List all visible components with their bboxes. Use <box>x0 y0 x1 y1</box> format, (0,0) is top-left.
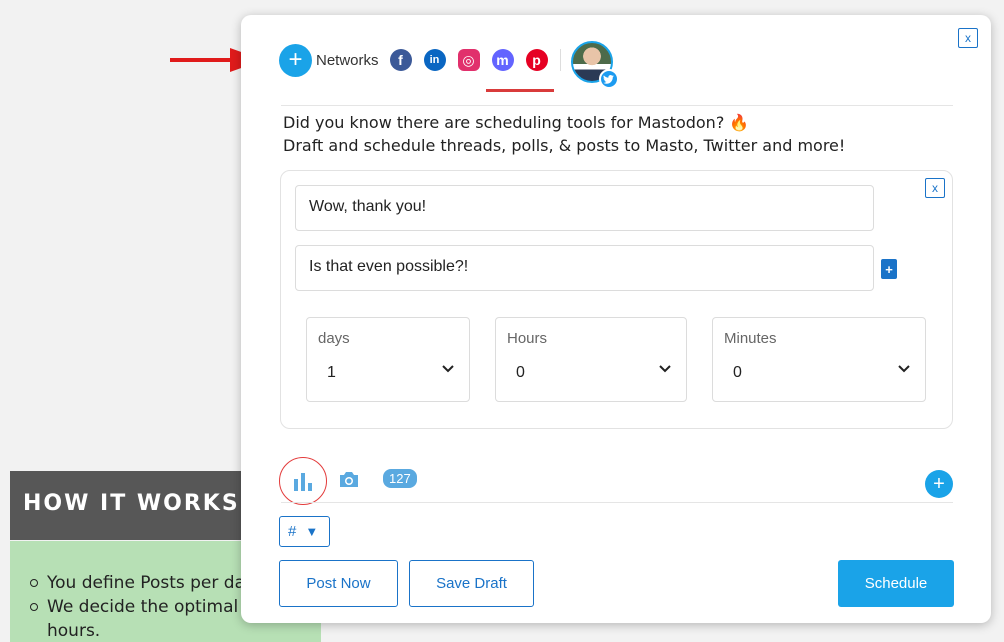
divider <box>281 502 953 503</box>
facebook-icon[interactable]: f <box>389 49 412 71</box>
networks-row: + Networks f in ◎ m p <box>279 41 619 89</box>
mastodon-icon[interactable]: m <box>491 49 514 71</box>
poll-days-label: days <box>318 330 350 347</box>
poll-hours-label: Hours <box>507 330 548 347</box>
bar-chart-icon <box>294 473 312 491</box>
character-count-badge: 127 <box>383 469 417 488</box>
chevron-down-icon <box>442 365 454 373</box>
linkedin-icon[interactable]: in <box>423 49 446 71</box>
poll-hours-select[interactable]: Hours 0 <box>495 317 687 402</box>
poll-option-1-input[interactable]: Wow, thank you! <box>295 185 874 231</box>
chevron-down-icon <box>898 365 910 373</box>
pinterest-icon[interactable]: p <box>525 49 548 71</box>
instagram-icon[interactable]: ◎ <box>457 49 480 71</box>
poll-button[interactable] <box>279 457 327 505</box>
hashtag-select[interactable]: # ▼ <box>279 516 330 547</box>
chevron-down-icon <box>659 365 671 373</box>
close-modal-button[interactable]: x <box>958 28 978 48</box>
divider <box>281 105 953 106</box>
poll-option-2-input[interactable]: Is that even possible?! <box>295 245 874 291</box>
composer-modal: x + Networks f in ◎ m p Did you know the… <box>241 15 991 623</box>
poll-minutes-value: 0 <box>733 364 742 381</box>
promo-line-2: Draft and schedule threads, polls, & pos… <box>283 136 846 155</box>
save-draft-button[interactable]: Save Draft <box>409 560 534 607</box>
camera-icon[interactable] <box>338 470 360 489</box>
poll-minutes-select[interactable]: Minutes 0 <box>712 317 926 402</box>
remove-poll-button[interactable]: x <box>925 178 945 198</box>
fire-icon: 🔥 <box>729 113 750 132</box>
composer-toolbar: 127 + <box>279 457 953 505</box>
add-network-button[interactable]: + <box>279 43 312 77</box>
add-poll-option-button[interactable]: + <box>881 259 897 279</box>
add-post-button[interactable]: + <box>925 470 953 498</box>
promo-text: Did you know there are scheduling tools … <box>283 111 845 157</box>
list-item-text: We decide the optimal d <box>47 597 255 617</box>
divider <box>559 49 561 71</box>
promo-line-1: Did you know there are scheduling tools … <box>283 113 725 132</box>
poll-days-select[interactable]: days 1 <box>306 317 470 402</box>
twitter-icon <box>598 69 619 89</box>
networks-label: Networks <box>316 51 379 69</box>
hashtag-symbol: # <box>288 523 297 540</box>
poll-days-value: 1 <box>327 364 336 381</box>
caret-down-icon: ▼ <box>305 524 319 539</box>
schedule-button[interactable]: Schedule <box>838 560 954 607</box>
annotation-underline <box>486 89 554 92</box>
poll-card: x Wow, thank you! Is that even possible?… <box>280 170 953 429</box>
post-now-button[interactable]: Post Now <box>279 560 398 607</box>
selected-account[interactable] <box>570 41 619 89</box>
poll-hours-value: 0 <box>516 364 525 381</box>
poll-minutes-label: Minutes <box>724 330 777 347</box>
